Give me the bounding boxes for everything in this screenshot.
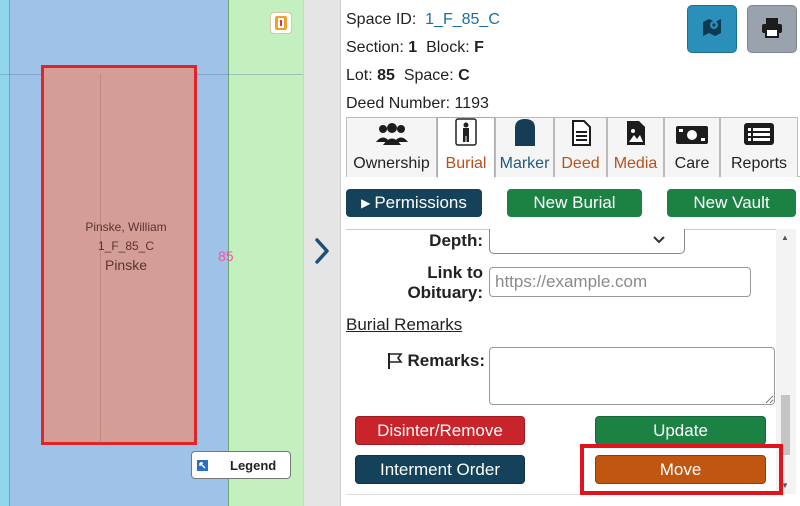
- depth-select[interactable]: [489, 229, 685, 254]
- remarks-label-wrap: Remarks:: [381, 351, 485, 371]
- tab-label: Ownership: [353, 155, 430, 172]
- obituary-label: Link to Obituary:: [383, 263, 483, 303]
- tab-marker[interactable]: Marker: [495, 117, 554, 177]
- person-icon: [455, 118, 477, 155]
- section-label: Section:: [346, 39, 404, 56]
- space-id-row: Space ID: 1_F_85_C: [346, 6, 500, 34]
- lot-label: Lot:: [346, 67, 373, 84]
- tab-label: Reports: [730, 155, 788, 172]
- permissions-label: Permissions: [374, 193, 467, 212]
- update-button[interactable]: Update: [595, 416, 766, 445]
- map-icon: [701, 16, 723, 43]
- space-id-label: Space ID:: [346, 11, 417, 28]
- caret-right-icon: ▶: [361, 196, 371, 210]
- tab-reports[interactable]: Reports: [720, 117, 798, 177]
- chevron-right-icon: [315, 237, 329, 269]
- show-on-map-button[interactable]: [687, 5, 737, 53]
- image-file-icon: [626, 120, 646, 155]
- space-value: C: [458, 67, 470, 84]
- block-value: F: [474, 39, 484, 56]
- map-green-area: [228, 0, 303, 506]
- legend-label: Legend: [230, 457, 277, 473]
- printer-icon: [760, 16, 784, 43]
- space-detail-panel: Space ID: 1_F_85_C Section: 1 Block: F L…: [340, 0, 800, 506]
- tab-care[interactable]: Care: [664, 117, 720, 177]
- document-icon: [571, 120, 591, 155]
- detail-tabs: Ownership Burial Marker Deed Media Care …: [346, 117, 800, 178]
- list-icon: [743, 122, 775, 155]
- scroll-up-icon[interactable]: ▲: [781, 233, 789, 242]
- expand-icon: [197, 459, 208, 471]
- move-highlight-box: [580, 444, 783, 495]
- obituary-label-line2: Obituary:: [407, 283, 483, 302]
- tab-media[interactable]: Media: [607, 117, 664, 177]
- burial-remarks-link[interactable]: Burial Remarks: [346, 315, 462, 335]
- depth-label: Depth:: [429, 231, 483, 250]
- interment-order-button[interactable]: Interment Order: [355, 455, 525, 484]
- block-label: Block:: [426, 39, 470, 56]
- obituary-link-input[interactable]: [489, 267, 751, 297]
- plot-label: Pinske, William 1_F_85_C Pinske: [41, 218, 211, 275]
- deed-value: 1193: [454, 95, 489, 112]
- money-icon: [675, 124, 709, 155]
- tab-label: Media: [613, 155, 658, 172]
- lot-value: 85: [377, 67, 395, 84]
- print-button[interactable]: [747, 5, 797, 53]
- users-icon: [375, 122, 409, 155]
- legend-button[interactable]: Legend: [191, 451, 291, 479]
- map-view[interactable]: Pinske, William 1_F_85_C Pinske 85 Legen…: [0, 0, 303, 506]
- location-marker-icon[interactable]: [270, 12, 292, 34]
- tab-label: Care: [674, 155, 710, 172]
- lot-number-label: 85: [218, 248, 234, 264]
- deed-row: Deed Number: 1193: [346, 90, 500, 118]
- tab-label: Burial: [445, 155, 487, 172]
- remarks-textarea[interactable]: [489, 347, 775, 405]
- remarks-label: Remarks:: [407, 351, 486, 370]
- obituary-label-line1: Link to: [427, 263, 483, 282]
- new-burial-button[interactable]: New Burial: [507, 189, 642, 217]
- plot-owner-name: Pinske, William: [85, 220, 167, 234]
- disinter-remove-button[interactable]: Disinter/Remove: [355, 416, 525, 445]
- tab-burial[interactable]: Burial: [437, 117, 495, 178]
- panel-toggle[interactable]: [303, 0, 340, 506]
- tab-ownership[interactable]: Ownership: [346, 117, 437, 177]
- section-value: 1: [408, 39, 418, 56]
- section-block-row: Section: 1 Block: F: [346, 34, 500, 62]
- space-label: Space:: [403, 67, 454, 84]
- permissions-button[interactable]: ▶ Permissions: [346, 189, 482, 217]
- tab-deed[interactable]: Deed: [554, 117, 607, 177]
- flag-icon: [387, 352, 403, 370]
- plot-space-code: 1_F_85_C: [97, 239, 155, 253]
- tab-label: Marker: [499, 155, 550, 172]
- space-id-value: 1_F_85_C: [425, 11, 500, 28]
- new-vault-button[interactable]: New Vault: [667, 189, 796, 217]
- tab-label: Deed: [561, 155, 600, 172]
- deed-label: Deed Number:: [346, 95, 451, 112]
- space-info: Space ID: 1_F_85_C Section: 1 Block: F L…: [346, 6, 500, 118]
- chevron-down-icon: [652, 232, 666, 250]
- plot-family-name: Pinske: [104, 257, 148, 273]
- map-adjacent-area: [0, 0, 10, 506]
- lot-space-row: Lot: 85 Space: C: [346, 62, 500, 90]
- headstone-icon: [513, 118, 537, 155]
